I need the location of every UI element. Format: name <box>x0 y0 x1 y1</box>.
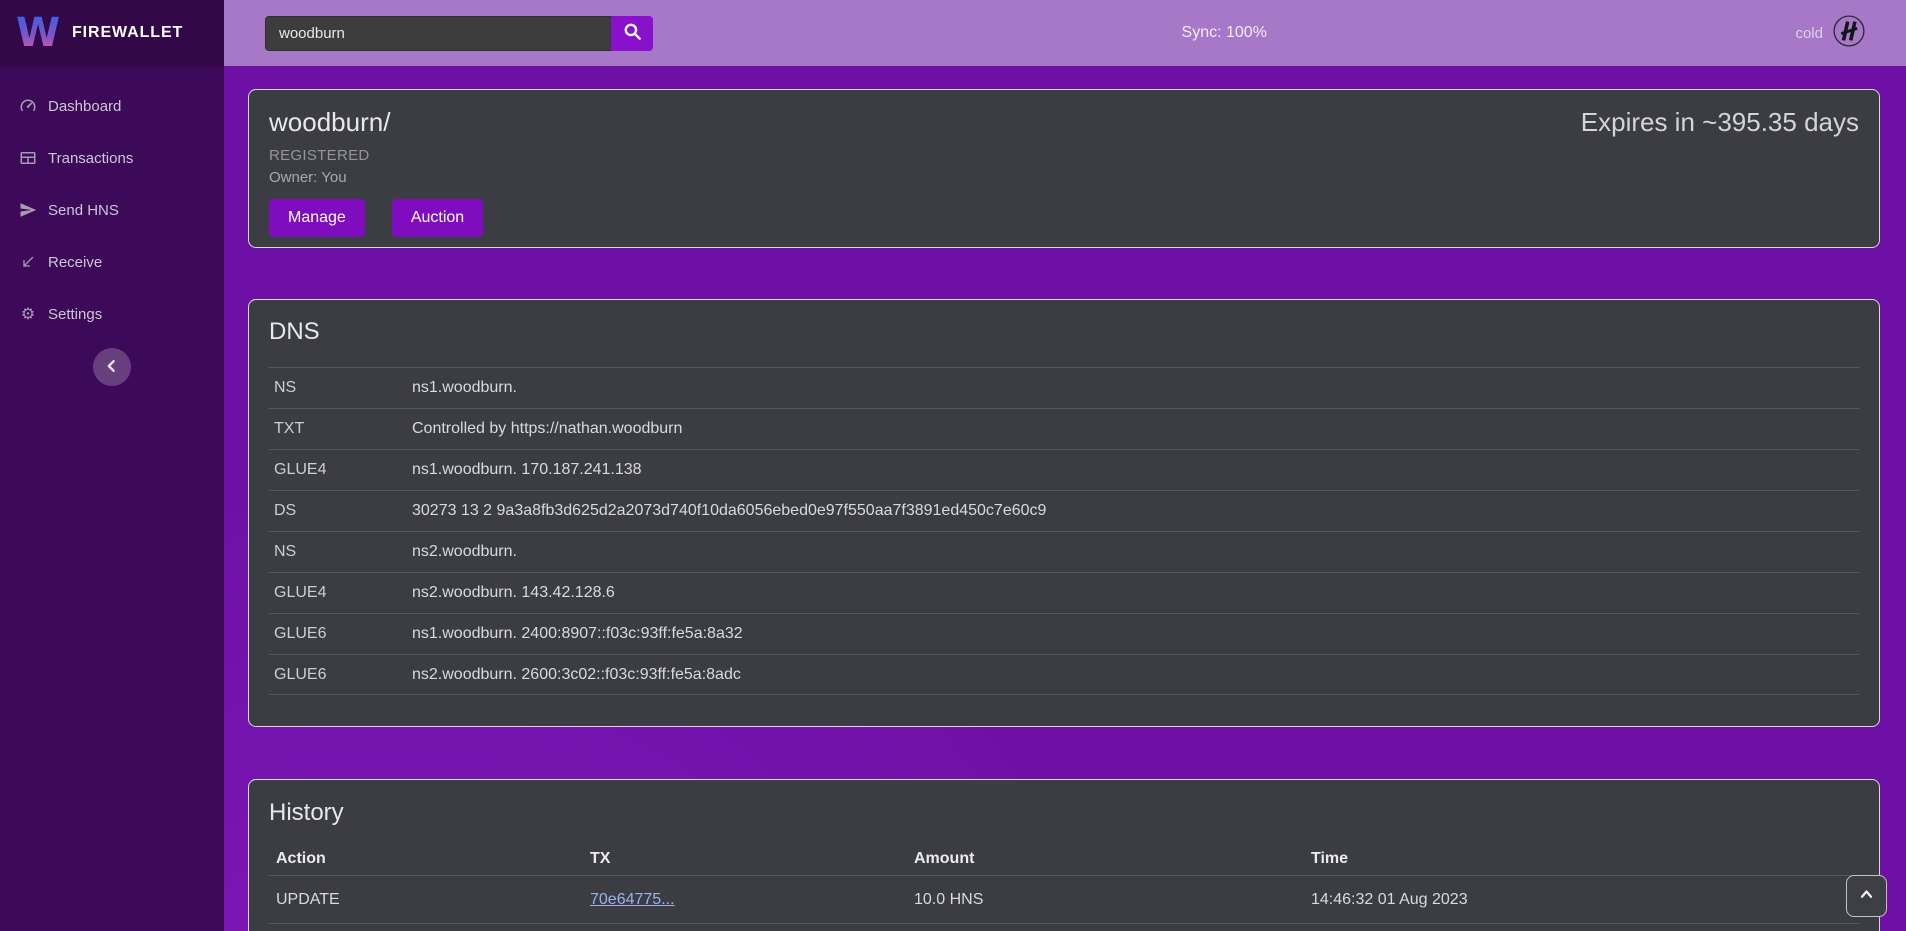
history-amount: 10.0 HNS <box>907 891 1304 909</box>
dns-record-value: 30273 13 2 9a3a8fb3d625d2a2073d740f10da6… <box>412 502 1859 520</box>
domain-actions: Manage Auction <box>269 199 483 237</box>
dns-record-row: NS ns2.woodburn. <box>269 531 1859 572</box>
brand-name: FIREWALLET <box>72 24 183 42</box>
sidebar-item-receive[interactable]: Receive <box>0 250 224 274</box>
history-time: 14:46:32 01 Aug 2023 <box>1304 891 1859 909</box>
sync-status: Sync: 100% <box>1182 24 1267 42</box>
search-icon <box>623 22 642 44</box>
dns-record-value: ns2.woodburn. 2600:3c02::f03c:93ff:fe5a:… <box>412 666 1859 684</box>
sidebar-item-label: Receive <box>48 254 102 271</box>
search-button[interactable] <box>611 16 653 51</box>
dns-record-type: TXT <box>269 420 412 438</box>
chevron-left-icon <box>104 358 120 377</box>
history-action: UPDATE <box>269 891 583 909</box>
expires-label: Expires in ~395.35 days <box>1581 107 1859 230</box>
search-input[interactable] <box>265 16 611 51</box>
dns-record-type: GLUE6 <box>269 625 412 643</box>
dns-record-type: NS <box>269 543 412 561</box>
manage-button[interactable]: Manage <box>269 199 365 237</box>
auction-button[interactable]: Auction <box>392 199 483 237</box>
dns-record-value: ns1.woodburn. 2400:8907::f03c:93ff:fe5a:… <box>412 625 1859 643</box>
sidebar-item-label: Send HNS <box>48 202 119 219</box>
dns-record-type: GLUE4 <box>269 461 412 479</box>
search-group <box>265 16 653 51</box>
domain-summary-card: woodburn/ REGISTERED Owner: You Manage A… <box>248 89 1880 248</box>
transactions-table-icon <box>19 149 37 167</box>
dns-record-row: TXT Controlled by https://nathan.woodbur… <box>269 408 1859 449</box>
history-row: RENEW d79e3c4... 10.0 HNS 15:47:36 07 Fe… <box>269 924 1859 931</box>
page-content: woodburn/ REGISTERED Owner: You Manage A… <box>224 66 1906 931</box>
dns-record-value: ns2.woodburn. 143.42.128.6 <box>412 584 1859 602</box>
owner-label: Owner: You <box>269 169 483 186</box>
sidebar-item-dashboard[interactable]: Dashboard <box>0 94 224 118</box>
scroll-to-top-button[interactable] <box>1846 875 1887 917</box>
dns-record-type: NS <box>269 379 412 397</box>
tx-link[interactable]: 70e64775... <box>590 891 675 908</box>
column-header-action: Action <box>269 850 583 868</box>
dns-section-title: DNS <box>269 318 1859 346</box>
sidebar-item-settings[interactable]: ⚙ Settings <box>0 302 224 326</box>
firewallet-logo-icon: W <box>15 10 61 57</box>
dns-record-row: DS 30273 13 2 9a3a8fb3d625d2a2073d740f10… <box>269 490 1859 531</box>
dns-record-value: ns1.woodburn. 170.187.241.138 <box>412 461 1859 479</box>
sidebar-item-label: Settings <box>48 306 102 323</box>
dns-record-row: NS ns1.woodburn. <box>269 367 1859 408</box>
topbar: Sync: 100% cold <box>224 0 1906 66</box>
app-window: W FIREWALLET Dashboard <box>0 0 1906 931</box>
gear-icon: ⚙ <box>19 305 37 323</box>
dns-record-row: GLUE6 ns1.woodburn. 2400:8907::f03c:93ff… <box>269 613 1859 654</box>
history-card: History Action TX Amount Time UPDATE 70e… <box>248 779 1880 931</box>
dns-record-type: GLUE6 <box>269 666 412 684</box>
dashboard-icon <box>19 97 37 115</box>
dns-record-type: GLUE4 <box>269 584 412 602</box>
history-row: UPDATE 70e64775... 10.0 HNS 14:46:32 01 … <box>269 876 1859 924</box>
status-badge: REGISTERED <box>269 147 483 164</box>
dns-card: DNS NS ns1.woodburn. TXT Controlled by h… <box>248 299 1880 727</box>
svg-text:W: W <box>16 10 60 52</box>
dns-record-row: GLUE6 ns2.woodburn. 2600:3c02::f03c:93ff… <box>269 654 1859 695</box>
history-header-row: Action TX Amount Time <box>269 843 1859 876</box>
dns-record-type: DS <box>269 502 412 520</box>
sidebar-collapse-button[interactable] <box>93 348 131 386</box>
dns-record-value: ns1.woodburn. <box>412 379 1859 397</box>
sidebar-item-label: Transactions <box>48 150 133 167</box>
wallet-name: cold <box>1795 25 1823 42</box>
receive-arrow-icon <box>19 253 37 271</box>
dns-record-row: GLUE4 ns1.woodburn. 170.187.241.138 <box>269 449 1859 490</box>
sidebar-item-transactions[interactable]: Transactions <box>0 146 224 170</box>
domain-summary-left: woodburn/ REGISTERED Owner: You Manage A… <box>269 107 483 230</box>
sidebar-nav: Dashboard Transactions S <box>0 66 224 354</box>
sidebar-item-label: Dashboard <box>48 98 121 115</box>
main-column: Sync: 100% cold woodburn/ <box>224 0 1906 931</box>
handshake-logo-icon <box>1832 14 1866 53</box>
dns-record-value: ns2.woodburn. <box>412 543 1859 561</box>
column-header-tx: TX <box>583 850 907 868</box>
dns-table: NS ns1.woodburn. TXT Controlled by https… <box>269 367 1859 695</box>
dns-record-value: Controlled by https://nathan.woodburn <box>412 420 1859 438</box>
sidebar: W FIREWALLET Dashboard <box>0 0 224 931</box>
wallet-selector[interactable]: cold <box>1795 14 1866 53</box>
history-section-title: History <box>269 799 1859 827</box>
sidebar-item-send-hns[interactable]: Send HNS <box>0 198 224 222</box>
dns-record-row: GLUE4 ns2.woodburn. 143.42.128.6 <box>269 572 1859 613</box>
column-header-amount: Amount <box>907 850 1304 868</box>
send-icon <box>19 201 37 219</box>
page-title: woodburn/ <box>269 107 483 138</box>
chevron-up-icon <box>1859 887 1874 905</box>
column-header-time: Time <box>1304 850 1859 868</box>
brand-header: W FIREWALLET <box>0 0 224 66</box>
history-table: Action TX Amount Time UPDATE 70e64775...… <box>269 843 1859 931</box>
